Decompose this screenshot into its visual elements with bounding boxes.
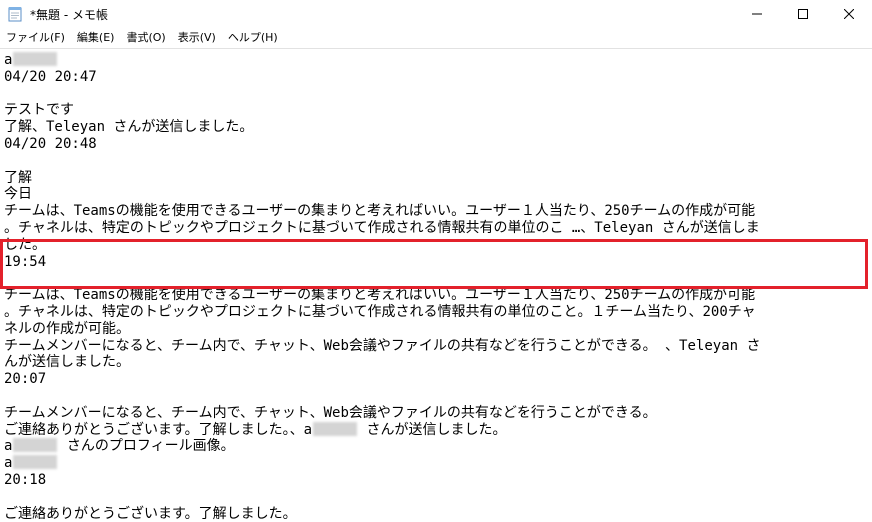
text-line-content: した。 (4, 236, 46, 253)
menu-edit[interactable]: 編集(E) (71, 28, 121, 48)
text-line-content: 20:07 (4, 371, 47, 388)
text-line-content: a (4, 455, 13, 472)
menu-file[interactable]: ファイル(F) (0, 28, 71, 48)
text-line: チームは、Teamsの機能を使用できるユーザーの集まりと考えればいい。ユーザー１… (4, 203, 870, 220)
text-line (4, 86, 870, 103)
text-line-content: テストです (4, 102, 74, 119)
notepad-icon (8, 7, 22, 22)
text-line: んが送信しました。 (4, 354, 870, 371)
text-line-content: 。チャネルは、特定のトピックやプロジェクトに基づいて作成される情報共有の単位のこ… (4, 219, 760, 236)
text-line: a (4, 455, 870, 472)
text-line-content: チームメンバーになると、チーム内で、チャット、Web会議やファイルの共有などを行… (4, 337, 761, 354)
text-line: チームメンバーになると、チーム内で、チャット、Web会議やファイルの共有などを行… (4, 405, 870, 422)
text-line: 04/20 20:48 (4, 136, 870, 153)
editor-text: a 04/20 20:47 テストです 了解、Teleyan さんが送信しました。 0… (4, 52, 870, 522)
text-line-content: 了解 (4, 169, 32, 186)
close-icon (844, 9, 854, 19)
text-line-content: 今日 (4, 186, 32, 203)
menu-view[interactable]: 表示(V) (172, 28, 222, 48)
text-line: チームは、Teamsの機能を使用できるユーザーの集まりと考えればいい。ユーザー１… (4, 287, 870, 304)
maximize-button[interactable] (780, 0, 826, 28)
menu-help[interactable]: ヘルプ(H) (222, 28, 284, 48)
menu-format[interactable]: 書式(O) (120, 28, 171, 48)
minimize-button[interactable] (734, 0, 780, 28)
menu-bar: ファイル(F) 編集(E) 書式(O) 表示(V) ヘルプ(H) (0, 28, 872, 48)
text-line: ご連絡ありがとうございます。了解しました。 (4, 506, 870, 522)
redacted-name (13, 52, 58, 66)
text-line (4, 153, 870, 170)
text-line: ネルの作成が可能。 (4, 321, 870, 338)
redacted-name (13, 438, 58, 453)
text-line: した。 (4, 237, 870, 254)
text-line-content: 04/20 20:47 (4, 68, 97, 85)
text-line-content: チームは、Teamsの機能を使用できるユーザーの集まりと考えればいい。ユーザー１… (4, 203, 756, 220)
text-line: 了解、Teleyan さんが送信しました。 (4, 119, 870, 136)
text-line-content: a (4, 438, 13, 455)
text-line: a (4, 52, 870, 69)
text-line: 今日 (4, 186, 870, 203)
text-line: 。チャネルは、特定のトピックやプロジェクトに基づいて作成される情報共有の単位のこ… (4, 220, 870, 237)
text-line-content: さんのプロフィール画像。 (58, 438, 235, 455)
redacted-name (313, 421, 358, 436)
text-line: 。チャネルは、特定のトピックやプロジェクトに基づいて作成される情報共有の単位のこ… (4, 304, 870, 321)
text-line (4, 489, 870, 506)
text-line: 20:18 (4, 472, 870, 489)
text-editor[interactable]: a 04/20 20:47 テストです 了解、Teleyan さんが送信しました。 0… (0, 48, 872, 522)
text-line-content: チームメンバーになると、チーム内で、チャット、Web会議やファイルの共有などを行… (4, 404, 657, 421)
title-bar: *無題 - メモ帳 (0, 0, 872, 28)
text-line-content: 04/20 20:48 (4, 135, 97, 152)
text-line: チームメンバーになると、チーム内で、チャット、Web会議やファイルの共有などを行… (4, 338, 870, 355)
maximize-icon (798, 9, 808, 19)
text-line-content: a (4, 52, 13, 68)
text-line: テストです (4, 102, 870, 119)
text-line-content: 19:54 (4, 253, 47, 270)
text-line: 20:07 (4, 371, 870, 388)
text-line-content: 20:18 (4, 471, 47, 488)
text-line (4, 270, 870, 287)
text-line: 19:54 (4, 254, 870, 271)
minimize-icon (752, 13, 762, 15)
text-line-content: ご連絡ありがとうございます。了解しました。 (4, 505, 297, 522)
text-line: 了解 (4, 170, 870, 187)
text-line: ご連絡ありがとうございます。了解しました。、a さんが送信しました。 (4, 421, 870, 439)
text-line: 04/20 20:47 (4, 69, 870, 86)
redacted-name (13, 455, 58, 470)
text-line (4, 388, 870, 405)
close-button[interactable] (826, 0, 872, 28)
text-line-content: チームは、Teamsの機能を使用できるユーザーの集まりと考えればいい。ユーザー１… (4, 287, 756, 304)
text-line-content: んが送信しました。 (4, 354, 130, 371)
text-line-content: 了解、Teleyan さんが送信しました。 (4, 119, 254, 136)
window-title: *無題 - メモ帳 (30, 8, 108, 22)
text-line: a さんのプロフィール画像。 (4, 438, 870, 455)
text-line-content: 。チャネルは、特定のトピックやプロジェクトに基づいて作成される情報共有の単位のこ… (4, 303, 756, 320)
text-line-content: ネルの作成が可能。 (4, 320, 130, 337)
text-line-content: ご連絡ありがとうございます。了解しました。、a (4, 421, 313, 438)
text-line-content: さんが送信しました。 (358, 421, 507, 438)
